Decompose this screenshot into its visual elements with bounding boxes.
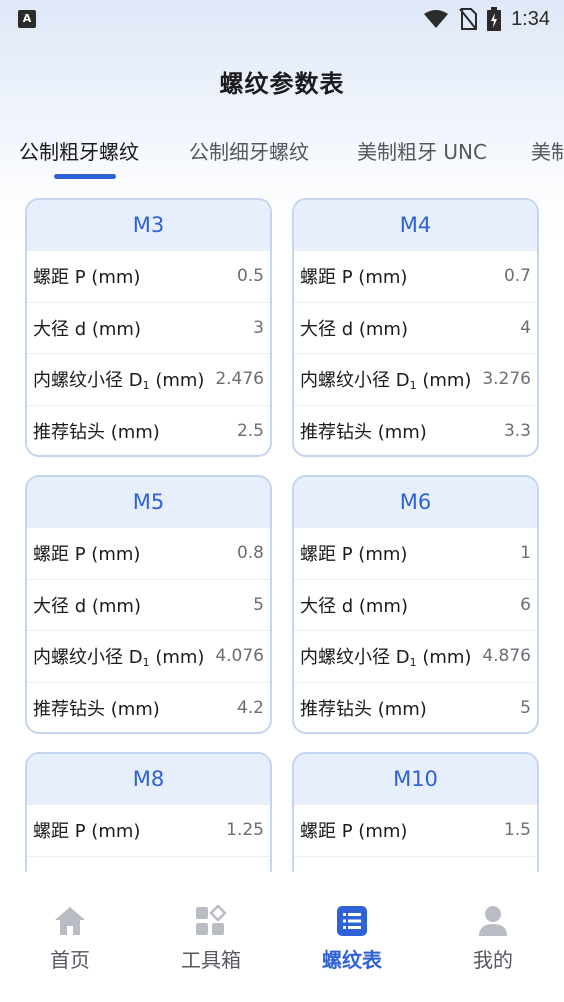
row-major-diameter: 大径 d (mm) 6 — [294, 578, 537, 631]
row-label: 推荐钻头 (mm) — [33, 698, 160, 720]
row-drill-size: 推荐钻头 (mm) 5 — [294, 681, 537, 733]
row-label: 推荐钻头 (mm) — [300, 698, 427, 720]
row-value: 0.5 — [236, 266, 264, 287]
row-value: 2.5 — [236, 420, 264, 441]
row-label: 内螺纹小径 D1 (mm) — [300, 647, 472, 670]
nav-label: 我的 — [473, 948, 513, 972]
thread-card-m6[interactable]: M6 螺距 P (mm) 1 大径 d (mm) 6 内螺纹小径 D1 (mm)… — [292, 475, 539, 734]
row-label: 大径 d (mm) — [300, 318, 408, 340]
row-label: 大径 d (mm) — [300, 595, 408, 617]
nav-item-thread-table[interactable]: 螺纹表 — [292, 904, 412, 973]
status-bar: A 1:34 — [0, 0, 564, 38]
row-major-diameter — [27, 855, 270, 873]
row-value: 4.876 — [482, 646, 531, 667]
tab-metric-fine[interactable]: 公制细牙螺纹 — [189, 136, 309, 180]
row-label: 螺距 P (mm) — [33, 544, 141, 566]
bottom-nav: 首页 工具箱 螺纹表 我的 — [0, 872, 564, 1002]
row-drill-size: 推荐钻头 (mm) 3.3 — [294, 404, 537, 456]
row-value: 6 — [520, 594, 531, 615]
card-title: M4 — [294, 200, 537, 250]
card-title: M5 — [27, 477, 270, 527]
row-major-diameter: 大径 d (mm) 5 — [27, 578, 270, 631]
thread-card-m4[interactable]: M4 螺距 P (mm) 0.7 大径 d (mm) 4 内螺纹小径 D1 (m… — [292, 198, 539, 457]
wifi-icon — [424, 10, 449, 28]
active-tab-indicator — [54, 174, 116, 179]
row-minor-diameter: 内螺纹小径 D1 (mm) 3.276 — [294, 353, 537, 405]
row-value: 5 — [520, 697, 531, 718]
thread-card-m8[interactable]: M8 螺距 P (mm) 1.25 — [25, 752, 272, 872]
thread-card-m3[interactable]: M3 螺距 P (mm) 0.5 大径 d (mm) 3 内螺纹小径 D1 (m… — [25, 198, 272, 457]
nav-label: 首页 — [50, 948, 90, 972]
row-major-diameter: 大径 d (mm) 3 — [27, 301, 270, 354]
row-label: 内螺纹小径 D1 (mm) — [300, 370, 472, 393]
nav-label: 工具箱 — [181, 948, 241, 972]
row-label: 大径 d (mm) — [33, 595, 141, 617]
row-value: 1 — [520, 543, 531, 564]
app-notification-icon: A — [18, 10, 36, 28]
list-icon — [337, 906, 367, 936]
tab-unc[interactable]: 美制粗牙 UNC — [357, 136, 487, 180]
row-label: 内螺纹小径 D1 (mm) — [33, 647, 205, 670]
card-title: M10 — [294, 754, 537, 804]
row-value: 4.076 — [215, 646, 264, 667]
row-drill-size: 推荐钻头 (mm) 2.5 — [27, 404, 270, 456]
row-value: 4.2 — [236, 697, 264, 718]
home-icon — [55, 907, 85, 935]
tab-us-partial[interactable]: 美制 — [531, 136, 564, 180]
row-minor-diameter: 内螺纹小径 D1 (mm) 4.076 — [27, 630, 270, 682]
row-value: 3.3 — [503, 420, 531, 441]
row-pitch: 螺距 P (mm) 0.7 — [294, 250, 537, 302]
row-pitch: 螺距 P (mm) 0.8 — [27, 527, 270, 579]
person-icon — [479, 906, 507, 936]
nav-item-toolbox[interactable]: 工具箱 — [151, 904, 271, 973]
row-value: 3 — [253, 317, 264, 338]
row-label: 螺距 P (mm) — [33, 267, 141, 289]
row-label: 螺距 P (mm) — [300, 821, 408, 843]
thread-card-m10[interactable]: M10 螺距 P (mm) 1.5 — [292, 752, 539, 872]
row-pitch: 螺距 P (mm) 0.5 — [27, 250, 270, 302]
row-drill-size: 推荐钻头 (mm) 4.2 — [27, 681, 270, 733]
row-label: 推荐钻头 (mm) — [33, 421, 160, 443]
row-label: 螺距 P (mm) — [300, 544, 408, 566]
row-value: 1.25 — [226, 820, 264, 841]
card-title: M3 — [27, 200, 270, 250]
row-value: 4 — [520, 317, 531, 338]
nav-label: 螺纹表 — [322, 948, 382, 972]
row-label: 螺距 P (mm) — [300, 267, 408, 289]
row-value: 2.476 — [215, 369, 264, 390]
row-major-diameter — [294, 855, 537, 873]
battery-charging-icon — [487, 7, 502, 31]
row-label: 推荐钻头 (mm) — [300, 421, 427, 443]
card-title: M6 — [294, 477, 537, 527]
row-minor-diameter: 内螺纹小径 D1 (mm) 2.476 — [27, 353, 270, 405]
row-label: 大径 d (mm) — [33, 318, 141, 340]
row-label: 内螺纹小径 D1 (mm) — [33, 370, 205, 393]
row-value: 0.7 — [503, 266, 531, 287]
row-label: 螺距 P (mm) — [33, 821, 141, 843]
toolbox-icon — [196, 905, 227, 935]
nav-item-profile[interactable]: 我的 — [433, 904, 553, 973]
row-minor-diameter: 内螺纹小径 D1 (mm) 4.876 — [294, 630, 537, 682]
thread-card-m5[interactable]: M5 螺距 P (mm) 0.8 大径 d (mm) 5 内螺纹小径 D1 (m… — [25, 475, 272, 734]
row-pitch: 螺距 P (mm) 1.25 — [27, 804, 270, 856]
thread-card-grid: M3 螺距 P (mm) 0.5 大径 d (mm) 3 内螺纹小径 D1 (m… — [25, 198, 539, 872]
status-time: 1:34 — [511, 7, 550, 30]
row-major-diameter: 大径 d (mm) 4 — [294, 301, 537, 354]
row-value: 0.8 — [236, 543, 264, 564]
no-sim-icon — [459, 8, 478, 30]
row-value: 1.5 — [503, 820, 531, 841]
nav-item-home[interactable]: 首页 — [10, 904, 130, 973]
card-title: M8 — [27, 754, 270, 804]
page-title: 螺纹参数表 — [219, 70, 345, 98]
row-pitch: 螺距 P (mm) 1 — [294, 527, 537, 579]
row-value: 3.276 — [482, 369, 531, 390]
row-value: 5 — [253, 594, 264, 615]
row-pitch: 螺距 P (mm) 1.5 — [294, 804, 537, 856]
